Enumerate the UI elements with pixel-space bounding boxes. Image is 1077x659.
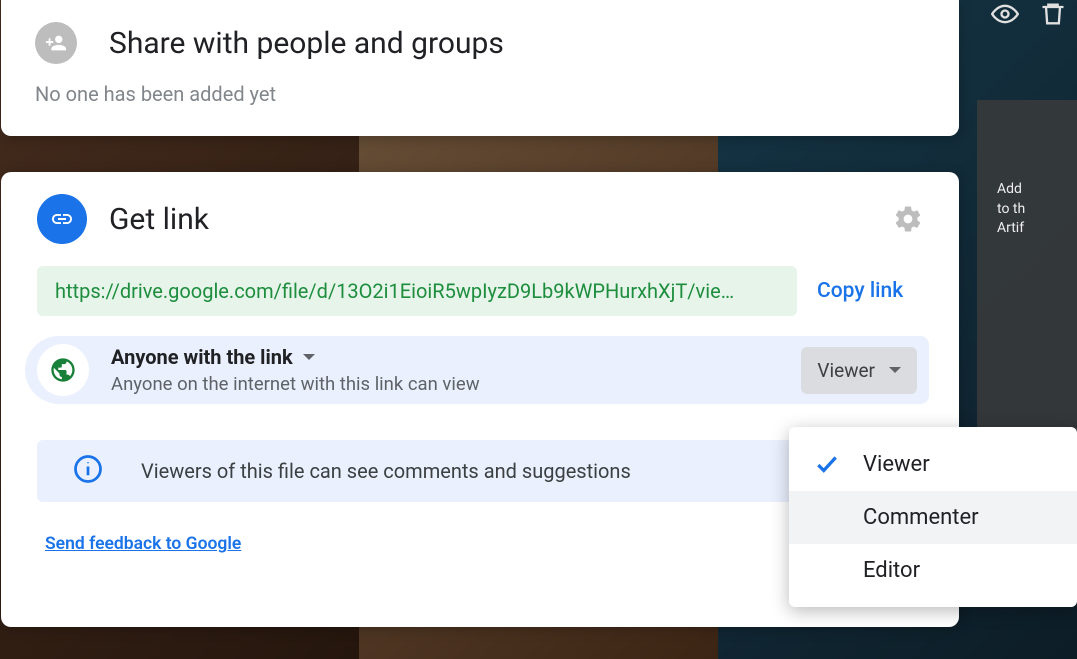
scope-title: Anyone with the link (111, 345, 293, 369)
preview-toolbar (991, 0, 1067, 32)
gear-icon[interactable] (893, 204, 923, 234)
check-icon (813, 451, 841, 477)
person-add-icon (35, 22, 77, 64)
scope-description: Anyone on the internet with this link ca… (111, 373, 779, 395)
role-option-viewer[interactable]: Viewer (789, 437, 1077, 491)
delete-icon[interactable] (1039, 0, 1067, 32)
getlink-title: Get link (109, 202, 871, 237)
role-option-label: Viewer (863, 452, 930, 477)
role-dropdown-menu: Viewer Commenter Editor (789, 427, 1077, 607)
chevron-down-icon (303, 354, 315, 360)
role-option-commenter[interactable]: Commenter (789, 491, 1077, 544)
chevron-down-icon (889, 367, 901, 373)
info-text: Viewers of this file can see comments an… (141, 459, 631, 483)
share-url-box[interactable]: https://drive.google.com/file/d/13O2i1Ei… (37, 266, 797, 316)
role-dropdown-button[interactable]: Viewer (801, 347, 917, 394)
info-icon (73, 454, 103, 488)
send-feedback-link[interactable]: Send feedback to Google (45, 534, 241, 554)
share-title: Share with people and groups (109, 26, 504, 61)
role-option-label: Commenter (863, 505, 979, 530)
link-scope-row: Anyone with the link Anyone on the inter… (25, 336, 929, 404)
link-icon (37, 194, 87, 244)
role-button-label: Viewer (817, 359, 875, 382)
globe-icon (37, 344, 89, 396)
share-subtext: No one has been added yet (35, 82, 925, 106)
eye-icon[interactable] (991, 0, 1019, 32)
role-option-editor[interactable]: Editor (789, 544, 1077, 597)
copy-link-button[interactable]: Copy link (817, 279, 903, 303)
role-option-label: Editor (863, 558, 920, 583)
scope-dropdown[interactable]: Anyone with the link (111, 345, 779, 369)
share-dialog: Share with people and groups No one has … (1, 0, 959, 136)
